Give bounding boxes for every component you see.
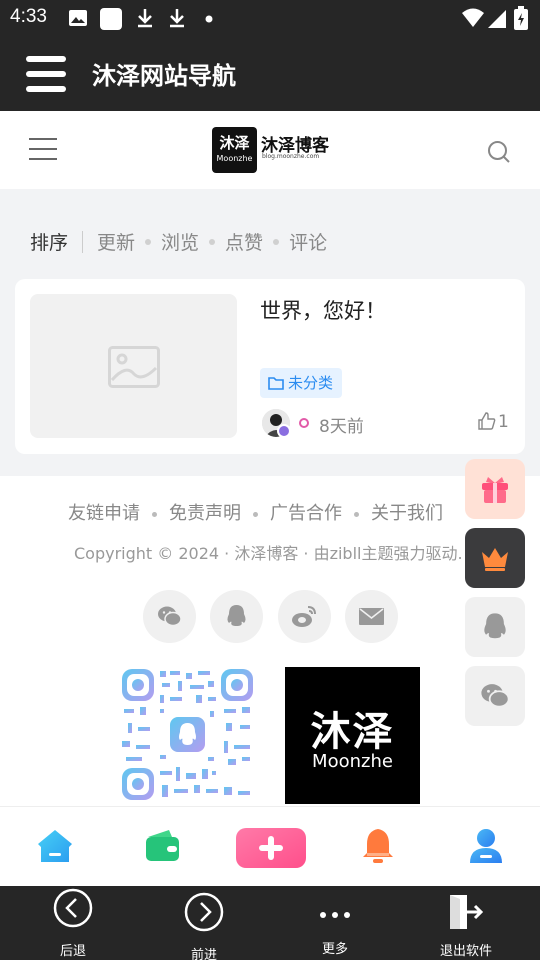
image-icon	[69, 10, 87, 26]
site-header: 沐泽 Moonzhe 沐泽博客 blog.moonzhe.com	[0, 111, 540, 189]
square-icon	[100, 8, 122, 30]
wechat-contact-button[interactable]	[465, 666, 525, 726]
category-label: 未分类	[288, 374, 334, 392]
qq-contact-button[interactable]	[465, 597, 525, 657]
copyright-text: Copyright © 2024 · 沐泽博客 · 由zibll主题强力驱动.	[74, 544, 463, 563]
sort-option-likes[interactable]: 点赞	[225, 228, 263, 255]
gift-icon	[482, 477, 508, 503]
footer-link-friend[interactable]: 友链申请	[68, 503, 140, 524]
exit-button[interactable]: 退出软件	[416, 886, 516, 960]
divider	[82, 230, 84, 253]
brand-logo-cn: 沐泽	[310, 709, 395, 755]
exit-icon	[450, 895, 484, 929]
download-icon	[138, 9, 152, 28]
add-post-icon[interactable]	[236, 827, 306, 869]
dot-separator	[273, 238, 280, 245]
dot-separator	[354, 511, 359, 517]
menu-button[interactable]	[26, 56, 66, 92]
qq-icon	[484, 613, 506, 639]
footer-links: 友链申请 免责声明 广告合作 关于我们	[68, 499, 443, 525]
app-bar: 沐泽网站导航	[0, 36, 540, 111]
post-title[interactable]: 世界，您好！	[260, 295, 386, 325]
back-label: 后退	[59, 944, 86, 959]
image-placeholder-icon	[108, 346, 160, 388]
wifi-icon	[462, 8, 484, 27]
footer-link-ads[interactable]: 广告合作	[270, 503, 342, 524]
qq-button[interactable]	[210, 590, 263, 643]
chevron-left-icon	[53, 888, 93, 928]
crown-icon	[482, 548, 508, 571]
forward-button[interactable]: 前进	[154, 886, 254, 960]
weibo-icon	[292, 606, 316, 627]
site-menu-button[interactable]	[29, 138, 57, 160]
battery-icon	[514, 6, 528, 30]
more-button[interactable]: 更多	[285, 886, 385, 960]
vip-button[interactable]	[465, 528, 525, 588]
wechat-icon	[158, 606, 182, 627]
dot-icon	[205, 15, 213, 23]
brand-logo-en: Moonzhe	[312, 751, 393, 772]
post-card[interactable]: 世界，您好！ 未分类 8天前 1	[15, 279, 525, 454]
dot-separator	[253, 511, 258, 517]
home-icon[interactable]	[36, 827, 74, 865]
sort-option-views[interactable]: 浏览	[161, 228, 199, 255]
logo-subtitle: blog.moonzhe.com	[262, 153, 320, 160]
site-logo[interactable]: 沐泽 Moonzhe 沐泽博客 blog.moonzhe.com	[212, 127, 332, 173]
mail-icon	[359, 608, 384, 625]
more-dots-icon	[320, 912, 350, 918]
sort-bar: 排序 更新 浏览 点赞 评论	[30, 228, 327, 256]
forward-label: 前进	[190, 948, 217, 960]
footer-link-disclaimer[interactable]: 免责声明	[169, 503, 241, 524]
dot-separator	[209, 238, 216, 245]
email-button[interactable]	[345, 590, 398, 643]
brand-logo: 沐泽 Moonzhe	[285, 667, 420, 804]
download-icon	[170, 9, 184, 28]
like-button[interactable]: 1	[478, 412, 509, 432]
site-footer: 友链申请 免责声明 广告合作 关于我们 Copyright © 2024 · 沐泽博客…	[0, 476, 540, 806]
wallet-icon[interactable]	[143, 827, 181, 865]
bell-icon[interactable]	[359, 827, 397, 865]
exit-label: 退出软件	[439, 944, 492, 959]
app-title: 沐泽网站导航	[92, 62, 236, 90]
browser-nav-bar: 后退 前进 更多 退出软件	[0, 886, 540, 960]
dot-separator	[145, 238, 152, 245]
weibo-button[interactable]	[278, 590, 331, 643]
wechat-icon	[481, 684, 510, 708]
more-label: 更多	[321, 942, 348, 957]
back-button[interactable]: 后退	[23, 886, 123, 960]
sort-label: 排序	[30, 232, 69, 254]
folder-icon	[268, 377, 284, 390]
footer-link-about[interactable]: 关于我们	[371, 503, 443, 524]
signal-icon	[488, 10, 506, 28]
qq-qr-code	[120, 667, 255, 802]
logo-mark: 沐泽 Moonzhe	[212, 127, 257, 173]
like-count: 1	[498, 412, 509, 432]
status-ring	[299, 418, 309, 428]
search-icon[interactable]	[487, 140, 511, 164]
dot-separator	[152, 511, 157, 517]
gift-button[interactable]	[465, 459, 525, 519]
status-bar: 4:33	[0, 0, 540, 36]
sort-option-comments[interactable]: 评论	[289, 228, 327, 255]
post-thumbnail[interactable]	[30, 294, 237, 438]
thumbs-up-icon	[478, 412, 496, 430]
status-time: 4:33	[10, 6, 47, 27]
qq-icon	[227, 605, 246, 626]
category-tag[interactable]: 未分类	[260, 368, 343, 398]
bottom-tab-bar	[0, 806, 540, 886]
user-icon[interactable]	[467, 827, 505, 865]
verified-badge	[277, 424, 291, 438]
sort-option-updated[interactable]: 更新	[97, 228, 135, 255]
wechat-button[interactable]	[143, 590, 196, 643]
chevron-right-icon	[184, 892, 224, 932]
post-time: 8天前	[319, 417, 364, 437]
